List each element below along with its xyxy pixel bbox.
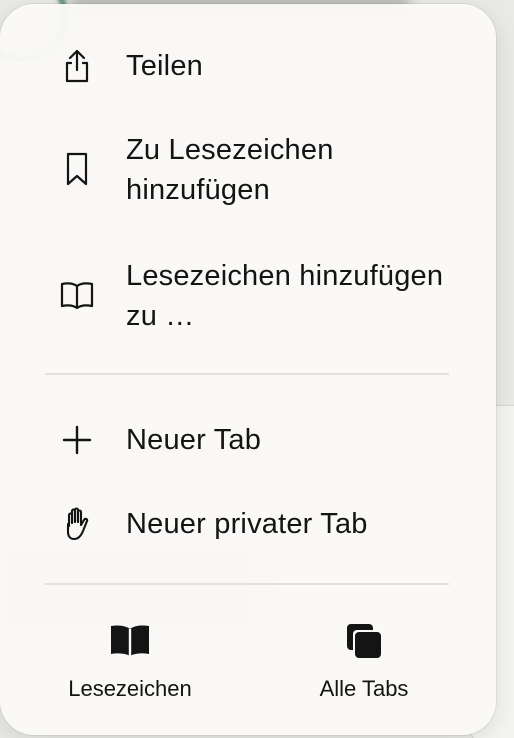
menu-item-add-bookmark-to[interactable]: Lesezeichen hinzufügen zu … [0, 254, 496, 338]
menu-item-share[interactable]: Teilen [0, 40, 496, 92]
plus-icon [56, 419, 98, 461]
menu-divider [45, 373, 449, 375]
bookmarks-label: Lesezeichen [68, 676, 192, 701]
open-book-icon [56, 274, 98, 316]
all-tabs-button[interactable]: Alle Tabs [264, 616, 464, 702]
menu-divider [45, 583, 449, 585]
bookmarks-button[interactable]: Lesezeichen [30, 616, 230, 702]
menu-item-label: Zu Lesezeichen hinzufügen [126, 134, 334, 206]
share-icon [56, 45, 98, 87]
menu-item-new-private-tab[interactable]: Neuer privater Tab [0, 498, 496, 550]
menu-item-label: Teilen [126, 50, 203, 82]
menu-item-new-tab[interactable]: Neuer Tab [0, 414, 496, 466]
menu-item-add-bookmark[interactable]: Zu Lesezeichen hinzufügen [0, 128, 496, 212]
context-menu: Teilen Zu Lesezeichen hinzufügen Lesezei… [0, 4, 496, 735]
all-tabs-label: Alle Tabs [319, 676, 409, 701]
bookmarks-book-icon [30, 616, 230, 666]
tabs-stack-icon [264, 616, 464, 666]
bookmark-icon [56, 148, 98, 190]
menu-item-label: Neuer Tab [126, 424, 262, 456]
hand-icon [56, 503, 98, 545]
menu-item-label: Lesezeichen hinzufügen zu … [126, 260, 444, 332]
menu-item-label: Neuer privater Tab [126, 508, 368, 540]
